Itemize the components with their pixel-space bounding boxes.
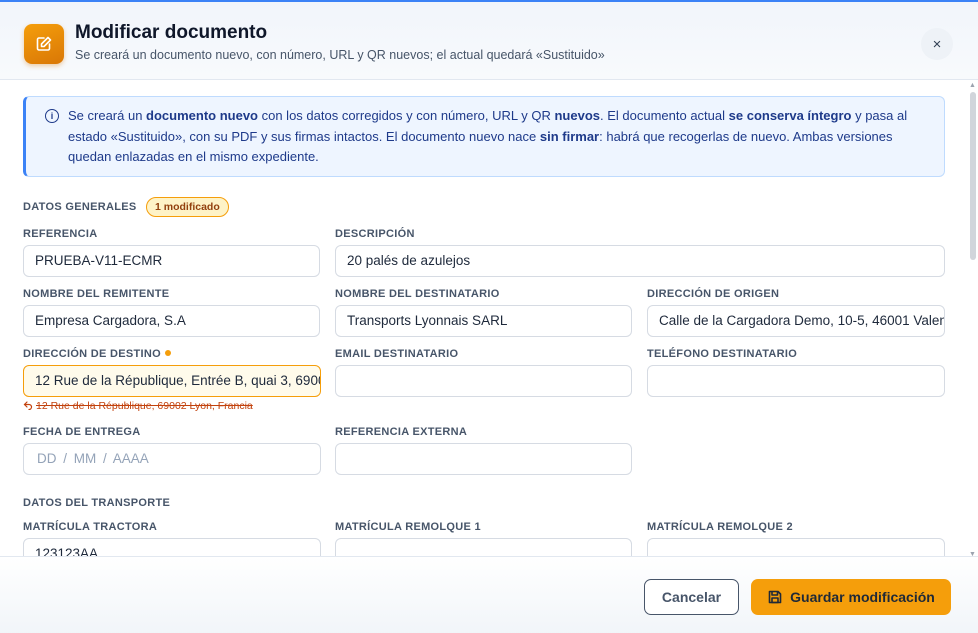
label-referencia: REFERENCIA xyxy=(23,228,98,240)
close-button[interactable]: × xyxy=(921,28,953,60)
label-ref-externa: REFERENCIA EXTERNA xyxy=(335,426,468,438)
dialog-body: i Se creará un documento nuevo con los d… xyxy=(0,80,978,556)
dialog-title: Modificar documento xyxy=(75,22,268,43)
save-icon xyxy=(768,590,782,604)
modify-document-dialog: Modificar documento Se creará un documen… xyxy=(0,0,978,633)
remitente-input[interactable]: Empresa Cargadora, S.A xyxy=(23,305,320,337)
close-icon: × xyxy=(932,35,942,53)
label-remitente: NOMBRE DEL REMITENTE xyxy=(23,288,170,300)
fecha-entrega-input[interactable]: DD / MM / AAAA xyxy=(23,443,321,475)
save-button-label: Guardar modificación xyxy=(790,589,935,605)
matricula-tractora-input[interactable]: 123123AA xyxy=(23,538,321,556)
label-origen: DIRECCIÓN DE ORIGEN xyxy=(647,288,780,300)
section-title-general: DATOS GENERALES xyxy=(23,201,137,213)
label-destino: DIRECCIÓN DE DESTINO xyxy=(23,348,172,360)
label-destinatario: NOMBRE DEL DESTINATARIO xyxy=(335,288,500,300)
referencia-externa-input[interactable] xyxy=(335,443,632,475)
email-input[interactable] xyxy=(335,365,632,397)
referencia-input[interactable]: PRUEBA-V11-ECMR xyxy=(23,245,320,277)
section-title-transport: DATOS DEL TRANSPORTE xyxy=(23,497,171,509)
edit-icon xyxy=(24,24,64,64)
save-button[interactable]: Guardar modificación xyxy=(751,579,951,615)
scrollbar[interactable]: ▲ ▼ xyxy=(969,82,976,558)
previous-value: 12 Rue de la République, 69002 Lyon, Fra… xyxy=(23,400,253,412)
info-icon: i xyxy=(45,109,59,123)
modified-dot xyxy=(165,350,172,356)
info-text: Se creará un documento nuevo con los dat… xyxy=(68,108,908,164)
dialog-subtitle: Se creará un documento nuevo, con número… xyxy=(75,48,605,62)
scroll-thumb[interactable] xyxy=(970,92,976,260)
cancel-button[interactable]: Cancelar xyxy=(644,579,739,615)
origen-input[interactable]: Calle de la Cargadora Demo, 10-5, 46001 … xyxy=(647,305,945,337)
label-remolque1: MATRÍCULA REMOLQUE 1 xyxy=(335,521,481,533)
label-fecha: FECHA DE ENTREGA xyxy=(23,426,141,438)
info-alert: i Se creará un documento nuevo con los d… xyxy=(23,96,945,177)
descripcion-input[interactable]: 20 palés de azulejos xyxy=(335,245,945,277)
revert-icon xyxy=(23,401,33,411)
dialog-footer: Cancelar Guardar modificación xyxy=(0,556,978,633)
label-telefono: TELÉFONO DESTINATARIO xyxy=(647,348,798,360)
scroll-up-icon[interactable]: ▲ xyxy=(969,82,976,89)
label-descripcion: DESCRIPCIÓN xyxy=(335,228,415,240)
destinatario-input[interactable]: Transports Lyonnais SARL xyxy=(335,305,632,337)
telefono-input[interactable] xyxy=(647,365,945,397)
matricula-remolque1-input[interactable] xyxy=(335,538,632,556)
destino-input[interactable]: 12 Rue de la République, Entrée B, quai … xyxy=(23,365,321,397)
label-remolque2: MATRÍCULA REMOLQUE 2 xyxy=(647,521,793,533)
label-email: EMAIL DESTINATARIO xyxy=(335,348,459,360)
modified-count-badge: 1 modificado xyxy=(146,197,229,217)
label-tractora: MATRÍCULA TRACTORA xyxy=(23,521,158,533)
matricula-remolque2-input[interactable] xyxy=(647,538,945,556)
dialog-header: Modificar documento Se creará un documen… xyxy=(0,2,978,80)
